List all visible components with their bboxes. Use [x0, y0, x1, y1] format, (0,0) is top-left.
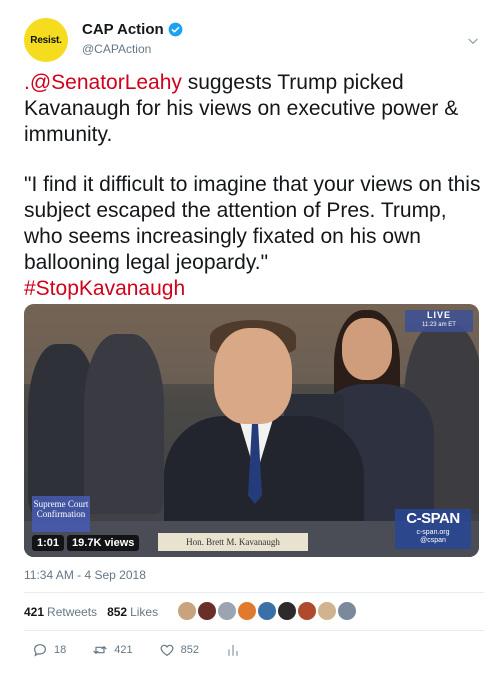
account-names: CAP Action @CAPAction [82, 21, 183, 56]
liker-avatar[interactable] [236, 600, 258, 622]
supreme-court-badge: Supreme Court Confirmation [32, 496, 90, 532]
likes-label[interactable]: Likes [130, 605, 158, 619]
liker-avatar[interactable] [176, 600, 198, 622]
liker-avatar[interactable] [256, 600, 278, 622]
tweet-paragraph-1: .@SenatorLeahy suggests Trump picked Kav… [24, 70, 484, 148]
avatar-text: Resist. [30, 34, 62, 46]
account-handle[interactable]: @CAPAction [82, 42, 183, 56]
likes-count[interactable]: 852 [107, 605, 127, 619]
tweet-actions: 18 421 852 [32, 642, 267, 658]
woman-head [342, 318, 392, 380]
tweet-header: Resist. CAP Action @CAPAction [24, 18, 484, 62]
verified-badge-icon [168, 22, 183, 37]
retweets-label[interactable]: Retweets [47, 605, 97, 619]
like-count: 852 [180, 644, 199, 656]
reply-count: 18 [54, 644, 67, 656]
display-name[interactable]: CAP Action [82, 21, 164, 38]
background-person-left-2 [84, 334, 164, 514]
divider-bottom [24, 630, 484, 631]
liker-avatar[interactable] [216, 600, 238, 622]
live-badge: LIVE 11:23 am ET [405, 310, 473, 332]
heart-icon [160, 644, 174, 657]
avatar[interactable]: Resist. [24, 18, 68, 62]
nameplate: Hon. Brett M. Kavanaugh [158, 533, 308, 551]
tweet-quote: "I find it difficult to imagine that you… [24, 173, 481, 274]
video-views: 19.7K views [67, 535, 140, 551]
hashtag-link[interactable]: #StopKavanaugh [24, 277, 185, 300]
tweet-text: .@SenatorLeahy suggests Trump picked Kav… [24, 70, 484, 302]
liker-avatar[interactable] [196, 600, 218, 622]
liker-avatar[interactable] [336, 600, 358, 622]
like-button[interactable]: 852 [159, 642, 199, 658]
cspan-logo: C-SPAN c-span.org @cspan [395, 509, 471, 549]
video-meta: 1:01 19.7K views [32, 535, 140, 551]
video-duration: 1:01 [32, 535, 65, 551]
live-label: LIVE [426, 310, 451, 320]
mention-link[interactable]: .@SenatorLeahy [24, 71, 182, 94]
retweet-count: 421 [114, 644, 133, 656]
network-name: C-SPAN [406, 510, 460, 527]
retweets-count[interactable]: 421 [24, 605, 44, 619]
reply-icon [34, 644, 46, 657]
network-handle: @cspan [420, 537, 446, 544]
display-name-row[interactable]: CAP Action [82, 21, 183, 38]
retweet-button[interactable]: 421 [92, 642, 133, 658]
main-person-head [214, 328, 292, 424]
analytics-icon [228, 644, 238, 656]
liker-avatars [176, 600, 358, 622]
liker-avatar[interactable] [296, 600, 318, 622]
liker-avatar[interactable] [316, 600, 338, 622]
chevron-down-icon[interactable] [466, 34, 480, 48]
network-url: c-span.org [416, 529, 450, 536]
liker-avatar[interactable] [276, 600, 298, 622]
video-player[interactable]: Hon. Brett M. Kavanaugh LIVE 11:23 am ET… [24, 304, 479, 557]
retweet-icon [93, 646, 107, 654]
live-time: 11:23 am ET [422, 322, 456, 328]
tweet-stats: 421 Retweets 852 Likes [24, 598, 168, 626]
analytics-button[interactable] [225, 642, 241, 658]
reply-button[interactable]: 18 [32, 642, 66, 658]
tweet-timestamp[interactable]: 11:34 AM - 4 Sep 2018 [24, 568, 146, 582]
divider-top [24, 592, 484, 593]
